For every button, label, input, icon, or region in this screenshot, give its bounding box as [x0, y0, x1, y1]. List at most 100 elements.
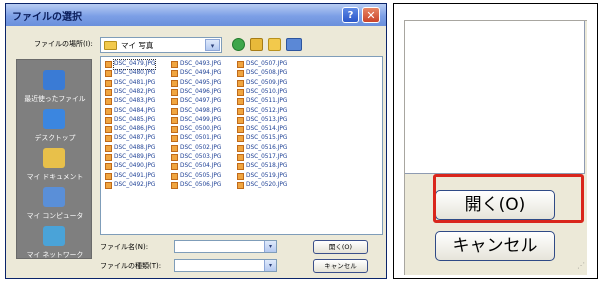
- title-bar: ファイルの選択 ? ✕: [6, 4, 386, 26]
- places-item-label: 最近使ったファイル: [24, 95, 86, 103]
- resize-grip-icon[interactable]: ⋰: [577, 261, 587, 271]
- file-item[interactable]: DSC_0503.JPG: [171, 153, 233, 162]
- jpeg-file-icon: [105, 163, 112, 171]
- file-item[interactable]: DSC_0510.JPG: [237, 88, 299, 97]
- file-item[interactable]: DSC_0480.JPG: [105, 69, 167, 78]
- file-name: DSC_0486.JPG: [114, 126, 156, 133]
- jpeg-file-icon: [237, 116, 244, 124]
- file-item[interactable]: DSC_0482.JPG: [105, 88, 167, 97]
- file-item[interactable]: DSC_0508.JPG: [237, 69, 299, 78]
- filename-input[interactable]: ▾: [174, 240, 277, 253]
- file-name: DSC_0509.JPG: [246, 79, 288, 86]
- file-item[interactable]: DSC_0520.JPG: [237, 181, 299, 190]
- help-button[interactable]: ?: [342, 7, 359, 23]
- file-item[interactable]: DSC_0512.JPG: [237, 107, 299, 116]
- places-item-label: マイ ネットワーク: [26, 251, 84, 259]
- file-item[interactable]: DSC_0509.JPG: [237, 79, 299, 88]
- file-name: DSC_0512.JPG: [246, 107, 288, 114]
- file-item[interactable]: DSC_0489.JPG: [105, 153, 167, 162]
- file-name: DSC_0511.JPG: [246, 98, 288, 105]
- file-item[interactable]: DSC_0481.JPG: [105, 79, 167, 88]
- dialog-title: ファイルの選択: [12, 12, 82, 23]
- open-button[interactable]: 開く(O): [313, 240, 368, 254]
- zoomed-dialog-area: 開く(O) キャンセル ⋰: [404, 20, 587, 275]
- file-item[interactable]: DSC_0486.JPG: [105, 125, 167, 134]
- file-item[interactable]: DSC_0487.JPG: [105, 134, 167, 143]
- jpeg-file-icon: [171, 107, 178, 115]
- jpeg-file-icon: [171, 70, 178, 78]
- chevron-down-icon[interactable]: ▾: [264, 260, 276, 271]
- new-folder-icon[interactable]: [268, 38, 281, 51]
- jpeg-file-icon: [237, 144, 244, 152]
- places-item[interactable]: マイ ドキュメント: [17, 146, 93, 186]
- file-item[interactable]: DSC_0519.JPG: [237, 172, 299, 181]
- file-name: DSC_0484.JPG: [114, 107, 156, 114]
- file-name: DSC_0492.JPG: [114, 181, 156, 188]
- zoomed-cancel-button[interactable]: キャンセル: [435, 231, 555, 261]
- file-item[interactable]: DSC_0488.JPG: [105, 144, 167, 153]
- file-name: DSC_0496.JPG: [180, 88, 222, 95]
- file-item[interactable]: DSC_0506.JPG: [171, 181, 233, 190]
- jpeg-file-icon: [237, 135, 244, 143]
- file-item[interactable]: DSC_0479.JPG: [105, 59, 167, 70]
- file-item[interactable]: DSC_0498.JPG: [171, 107, 233, 116]
- file-name: DSC_0497.JPG: [180, 98, 222, 105]
- jpeg-file-icon: [171, 79, 178, 87]
- file-name: DSC_0483.JPG: [114, 98, 156, 105]
- file-item[interactable]: DSC_0511.JPG: [237, 97, 299, 106]
- file-item[interactable]: DSC_0494.JPG: [171, 69, 233, 78]
- places-item[interactable]: デスクトップ: [17, 107, 93, 147]
- file-item[interactable]: DSC_0501.JPG: [171, 134, 233, 143]
- places-item[interactable]: 最近使ったファイル: [17, 68, 93, 108]
- file-item[interactable]: DSC_0517.JPG: [237, 153, 299, 162]
- file-item[interactable]: DSC_0484.JPG: [105, 107, 167, 116]
- location-label: ファイルの場所(I):: [34, 40, 93, 48]
- file-name: DSC_0513.JPG: [246, 116, 288, 123]
- file-item[interactable]: DSC_0493.JPG: [171, 60, 233, 69]
- file-item[interactable]: DSC_0496.JPG: [171, 88, 233, 97]
- file-item[interactable]: DSC_0515.JPG: [237, 134, 299, 143]
- file-name: DSC_0515.JPG: [246, 135, 288, 142]
- close-button[interactable]: ✕: [362, 7, 380, 23]
- file-item[interactable]: DSC_0507.JPG: [237, 60, 299, 69]
- file-item[interactable]: DSC_0485.JPG: [105, 116, 167, 125]
- views-menu-icon[interactable]: [286, 38, 302, 51]
- file-item[interactable]: DSC_0490.JPG: [105, 162, 167, 171]
- file-item[interactable]: DSC_0491.JPG: [105, 172, 167, 181]
- jpeg-file-icon: [171, 88, 178, 96]
- places-item[interactable]: マイ ネットワーク: [17, 224, 93, 264]
- file-item[interactable]: DSC_0505.JPG: [171, 172, 233, 181]
- file-item[interactable]: DSC_0497.JPG: [171, 97, 233, 106]
- jpeg-file-icon: [105, 172, 112, 180]
- file-name: DSC_0506.JPG: [180, 181, 222, 188]
- back-icon[interactable]: [232, 38, 245, 51]
- places-item-label: マイ ドキュメント: [26, 173, 84, 181]
- places-item[interactable]: マイ コンピュータ: [17, 185, 93, 225]
- up-folder-icon[interactable]: [250, 38, 263, 51]
- file-list[interactable]: DSC_0479.JPG DSC_0480.JPG DSC_0481.JPG DSC_…: [100, 56, 383, 235]
- file-item[interactable]: DSC_0500.JPG: [171, 125, 233, 134]
- file-name: DSC_0502.JPG: [180, 144, 222, 151]
- filetype-dropdown[interactable]: ▾: [174, 259, 277, 272]
- jpeg-file-icon: [171, 98, 178, 106]
- jpeg-file-icon: [237, 88, 244, 96]
- file-item[interactable]: DSC_0516.JPG: [237, 144, 299, 153]
- chevron-down-icon[interactable]: ▾: [264, 241, 276, 252]
- chevron-down-icon[interactable]: ▾: [205, 39, 220, 51]
- file-name: DSC_0491.JPG: [114, 172, 156, 179]
- file-name: DSC_0504.JPG: [180, 163, 222, 170]
- cancel-button[interactable]: キャンセル: [313, 259, 368, 273]
- file-name: DSC_0499.JPG: [180, 116, 222, 123]
- file-item[interactable]: DSC_0518.JPG: [237, 162, 299, 171]
- recent-files-icon: [43, 70, 65, 90]
- file-item[interactable]: DSC_0495.JPG: [171, 79, 233, 88]
- file-item[interactable]: DSC_0492.JPG: [105, 181, 167, 190]
- file-item[interactable]: DSC_0502.JPG: [171, 144, 233, 153]
- file-item[interactable]: DSC_0499.JPG: [171, 116, 233, 125]
- file-item[interactable]: DSC_0514.JPG: [237, 125, 299, 134]
- file-item[interactable]: DSC_0483.JPG: [105, 97, 167, 106]
- jpeg-file-icon: [105, 107, 112, 115]
- location-dropdown[interactable]: マイ 写真 ▾: [100, 37, 222, 53]
- file-item[interactable]: DSC_0504.JPG: [171, 162, 233, 171]
- file-item[interactable]: DSC_0513.JPG: [237, 116, 299, 125]
